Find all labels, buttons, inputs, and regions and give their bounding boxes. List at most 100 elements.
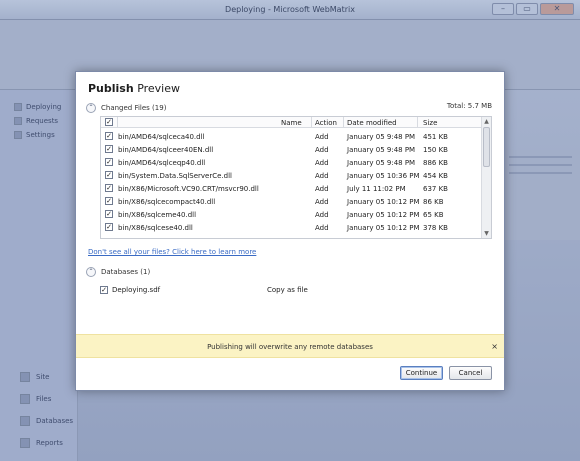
file-action: Add <box>315 198 329 206</box>
table-row[interactable]: ✓ bin/X86/Microsoft.VC90.CRT/msvcr90.dll… <box>101 182 483 195</box>
file-name: bin/AMD64/sqlceer40EN.dll <box>118 146 214 154</box>
file-action: Add <box>315 133 329 141</box>
table-row[interactable]: ✓ bin/AMD64/sqlceqp40.dll Add January 05… <box>101 156 483 169</box>
reports-workspace-icon <box>20 438 30 448</box>
file-action: Add <box>315 211 329 219</box>
collapse-chevron-icon[interactable]: ⌃ <box>86 267 96 277</box>
close-icon[interactable]: ✕ <box>540 3 574 15</box>
table-row[interactable]: ✓ bin/X86/sqlcese40.dll Add January 05 1… <box>101 221 483 234</box>
database-name: Deploying.sdf <box>112 286 161 294</box>
row-checkbox[interactable]: ✓ <box>105 145 113 153</box>
column-name[interactable]: Name <box>281 119 302 127</box>
column-separator <box>343 117 344 128</box>
requests-icon <box>14 117 22 125</box>
dialog-title-bold: Publish <box>88 82 134 95</box>
workspace-databases[interactable]: Databases <box>20 416 73 426</box>
table-row[interactable]: ✓ bin/System.Data.SqlServerCe.dll Add Ja… <box>101 169 483 182</box>
file-date: January 05 10:12 PM <box>347 198 420 206</box>
scroll-up-icon[interactable]: ▲ <box>482 117 491 126</box>
file-date: January 05 10:36 PM <box>347 172 420 180</box>
file-size: 886 KB <box>423 159 448 167</box>
cancel-button[interactable]: Cancel <box>449 366 492 380</box>
background-sidebar: Deploying Requests Settings Site Files D… <box>0 90 78 461</box>
file-date: July 11 11:02 PM <box>347 185 406 193</box>
file-size: 150 KB <box>423 146 448 154</box>
sidebar-item-label: Settings <box>26 131 55 139</box>
workspace-label: Databases <box>36 417 74 425</box>
table-row[interactable]: ✓ bin/X86/sqlceme40.dll Add January 05 1… <box>101 208 483 221</box>
column-action[interactable]: Action <box>315 119 337 127</box>
table-row[interactable]: ✓ bin/AMD64/sqlceca40.dll Add January 05… <box>101 130 483 143</box>
site-icon <box>14 103 22 111</box>
minimize-icon[interactable]: – <box>492 3 514 15</box>
file-action: Add <box>315 159 329 167</box>
dialog-title-rest: Preview <box>137 82 181 95</box>
file-name: bin/System.Data.SqlServerCe.dll <box>118 172 232 180</box>
workspace-files[interactable]: Files <box>20 394 51 404</box>
databases-label: Databases (1) <box>101 268 151 276</box>
file-date: January 05 10:12 PM <box>347 224 420 232</box>
collapse-chevron-icon[interactable]: ⌃ <box>86 103 96 113</box>
file-size: 378 KB <box>423 224 448 232</box>
workspace-reports[interactable]: Reports <box>20 438 63 448</box>
column-size[interactable]: Size <box>423 119 437 127</box>
scrollbar-thumb[interactable] <box>483 127 490 167</box>
sidebar-item-label: Requests <box>26 117 59 125</box>
scroll-down-icon[interactable]: ▼ <box>482 229 491 238</box>
row-checkbox[interactable]: ✓ <box>105 171 113 179</box>
background-right-panel <box>505 150 580 240</box>
databases-header[interactable]: ⌃ Databases (1) <box>86 266 150 278</box>
dialog-title: Publish Preview <box>88 82 180 95</box>
file-name: bin/AMD64/sqlceqp40.dll <box>118 159 206 167</box>
changed-files-label: Changed Files (19) <box>101 104 167 112</box>
row-checkbox[interactable]: ✓ <box>105 184 113 192</box>
workspace-site[interactable]: Site <box>20 372 49 382</box>
table-row[interactable]: ✓ bin/X86/sqlcecompact40.dll Add January… <box>101 195 483 208</box>
file-action: Add <box>315 146 329 154</box>
changed-files-header[interactable]: ⌃ Changed Files (19) <box>86 102 166 114</box>
database-row[interactable]: ✓ Deploying.sdf Copy as file <box>100 284 400 296</box>
sidebar-item-deploying[interactable]: Deploying <box>14 102 61 112</box>
database-checkbox[interactable]: ✓ <box>100 286 108 294</box>
file-name: bin/X86/sqlcese40.dll <box>118 224 193 232</box>
table-header: ✓ Name Action Date modified Size <box>101 117 483 128</box>
text-line <box>509 156 572 158</box>
site-workspace-icon <box>20 372 30 382</box>
text-line <box>509 172 572 174</box>
table-row[interactable]: ✓ bin/AMD64/sqlceer40EN.dll Add January … <box>101 143 483 156</box>
maximize-icon[interactable]: ▭ <box>516 3 538 15</box>
background-titlebar: Deploying - Microsoft WebMatrix – ▭ ✕ <box>0 0 580 20</box>
workspace-label: Files <box>36 395 52 403</box>
row-checkbox[interactable]: ✓ <box>105 132 113 140</box>
file-size: 65 KB <box>423 211 444 219</box>
sidebar-item-label: Deploying <box>26 103 62 111</box>
close-icon[interactable]: × <box>491 342 498 351</box>
select-all-checkbox[interactable]: ✓ <box>105 118 113 126</box>
workspace-label: Reports <box>36 439 63 447</box>
continue-button[interactable]: Continue <box>400 366 443 380</box>
row-checkbox[interactable]: ✓ <box>105 158 113 166</box>
files-workspace-icon <box>20 394 30 404</box>
row-checkbox[interactable]: ✓ <box>105 210 113 218</box>
file-name: bin/AMD64/sqlceca40.dll <box>118 133 205 141</box>
column-separator <box>417 117 418 128</box>
text-line <box>509 164 572 166</box>
file-date: January 05 9:48 PM <box>347 146 416 154</box>
learn-more-link[interactable]: Don't see all your files? Click here to … <box>88 248 256 256</box>
table-scrollbar[interactable]: ▲ ▼ <box>481 117 491 238</box>
file-action: Add <box>315 224 329 232</box>
sidebar-item-settings[interactable]: Settings <box>14 130 55 140</box>
file-size: 86 KB <box>423 198 444 206</box>
file-size: 454 KB <box>423 172 448 180</box>
column-date-modified[interactable]: Date modified <box>347 119 397 127</box>
total-size: Total: 5.7 MB <box>446 102 492 110</box>
sidebar-item-requests[interactable]: Requests <box>14 116 58 126</box>
file-name: bin/X86/sqlceme40.dll <box>118 211 197 219</box>
row-checkbox[interactable]: ✓ <box>105 223 113 231</box>
file-size: 451 KB <box>423 133 448 141</box>
warning-text: Publishing will overwrite any remote dat… <box>207 343 373 351</box>
file-name: bin/X86/Microsoft.VC90.CRT/msvcr90.dll <box>118 185 259 193</box>
row-checkbox[interactable]: ✓ <box>105 197 113 205</box>
workspace-label: Site <box>36 373 50 381</box>
settings-icon <box>14 131 22 139</box>
